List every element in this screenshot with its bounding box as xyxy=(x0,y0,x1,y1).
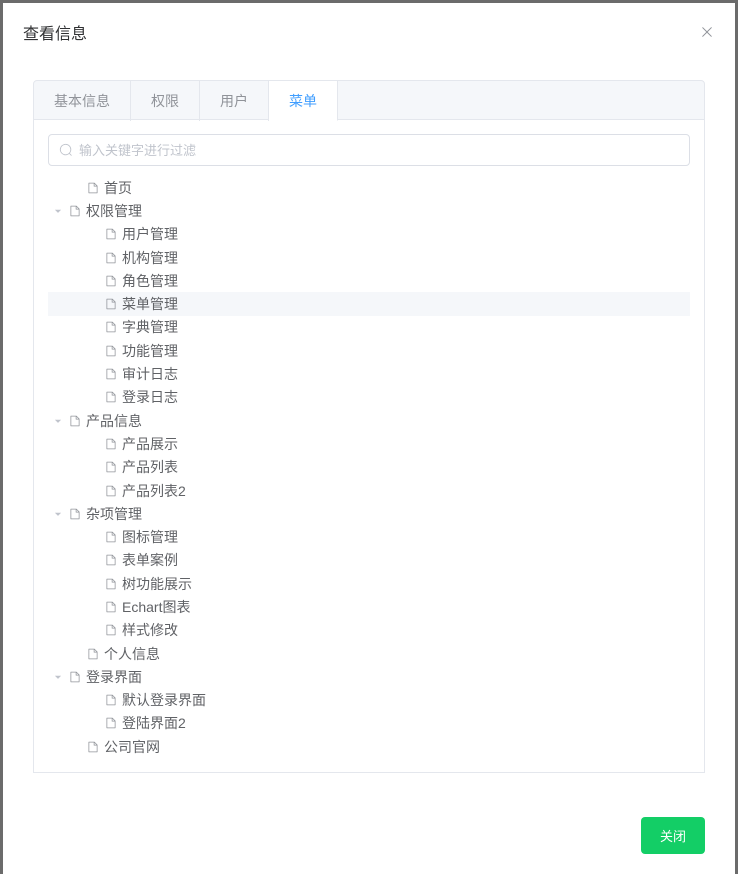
modal-body: 基本信息权限用户菜单 首页权限管理用户管理机构管理角色管理菜单管理字典管理功能管… xyxy=(3,60,735,805)
tree-node-label: 登录界面 xyxy=(86,667,142,687)
document-icon xyxy=(68,204,82,218)
tree-node[interactable]: 权限管理 xyxy=(48,199,690,222)
tree-node[interactable]: 公司官网 xyxy=(48,735,690,758)
tree-node[interactable]: 树功能展示 xyxy=(48,572,690,595)
document-icon xyxy=(104,460,118,474)
tree-node-label: 杂项管理 xyxy=(86,504,142,524)
document-icon xyxy=(104,367,118,381)
caret-down-icon[interactable] xyxy=(52,671,64,683)
tab-content-menu: 首页权限管理用户管理机构管理角色管理菜单管理字典管理功能管理审计日志登录日志产品… xyxy=(33,120,705,773)
tree-node[interactable]: 审计日志 xyxy=(48,362,690,385)
tree-node[interactable]: 角色管理 xyxy=(48,269,690,292)
tree-node[interactable]: 字典管理 xyxy=(48,316,690,339)
tree-node[interactable]: 产品列表2 xyxy=(48,479,690,502)
document-icon xyxy=(68,670,82,684)
tree-node[interactable]: 产品信息 xyxy=(48,409,690,432)
close-icon-button[interactable] xyxy=(699,24,715,40)
tree-node-label: 字典管理 xyxy=(122,317,178,337)
tree-node-label: 审计日志 xyxy=(122,364,178,384)
tree-node-label: Echart图表 xyxy=(122,597,190,617)
tree-node-label: 产品列表2 xyxy=(122,481,186,501)
caret-down-icon[interactable] xyxy=(52,415,64,427)
tree-node-label: 产品展示 xyxy=(122,434,178,454)
modal-dialog: 查看信息 基本信息权限用户菜单 首页权限管理用户管理机构管理角色管理菜单管理字典… xyxy=(3,3,735,874)
modal-header: 查看信息 xyxy=(3,3,735,60)
document-icon xyxy=(104,577,118,591)
tree-node-label: 树功能展示 xyxy=(122,574,192,594)
tree-node[interactable]: 产品列表 xyxy=(48,456,690,479)
tree-node[interactable]: 杂项管理 xyxy=(48,502,690,525)
tree-node[interactable]: 菜单管理 xyxy=(48,292,690,315)
tree-node-label: 默认登录界面 xyxy=(122,690,206,710)
document-icon xyxy=(104,693,118,707)
search-input[interactable] xyxy=(79,143,679,158)
tree-node[interactable]: 登录界面 xyxy=(48,665,690,688)
tree-node-label: 公司官网 xyxy=(104,737,160,757)
caret-down-icon[interactable] xyxy=(52,508,64,520)
tab-3[interactable]: 菜单 xyxy=(269,81,338,121)
document-icon xyxy=(104,530,118,544)
tree-node[interactable]: 产品展示 xyxy=(48,432,690,455)
tree-node-label: 用户管理 xyxy=(122,224,178,244)
document-icon xyxy=(104,251,118,265)
tree-node[interactable]: 首页 xyxy=(48,176,690,199)
document-icon xyxy=(104,600,118,614)
tree-node[interactable]: 图标管理 xyxy=(48,525,690,548)
tab-bar: 基本信息权限用户菜单 xyxy=(33,80,705,120)
tab-2[interactable]: 用户 xyxy=(200,81,269,121)
document-icon xyxy=(104,484,118,498)
tree-node-label: 个人信息 xyxy=(104,644,160,664)
document-icon xyxy=(104,320,118,334)
close-button[interactable]: 关闭 xyxy=(641,817,705,854)
tree-node[interactable]: 功能管理 xyxy=(48,339,690,362)
tree-node[interactable]: 样式修改 xyxy=(48,619,690,642)
document-icon xyxy=(104,344,118,358)
tree-node-label: 登录日志 xyxy=(122,387,178,407)
tab-0[interactable]: 基本信息 xyxy=(34,81,131,121)
menu-tree: 首页权限管理用户管理机构管理角色管理菜单管理字典管理功能管理审计日志登录日志产品… xyxy=(48,176,690,758)
tree-node[interactable]: 登陆界面2 xyxy=(48,712,690,735)
tree-node-label: 菜单管理 xyxy=(122,294,178,314)
modal-title: 查看信息 xyxy=(23,20,87,44)
tree-node-label: 角色管理 xyxy=(122,271,178,291)
caret-down-icon[interactable] xyxy=(52,205,64,217)
document-icon xyxy=(86,740,100,754)
tree-node[interactable]: 登录日志 xyxy=(48,386,690,409)
modal-footer: 关闭 xyxy=(3,805,735,874)
close-icon xyxy=(699,24,715,40)
document-icon xyxy=(104,437,118,451)
tree-node-label: 权限管理 xyxy=(86,201,142,221)
document-icon xyxy=(86,647,100,661)
tree-node-label: 首页 xyxy=(104,178,132,198)
tree-node-label: 产品信息 xyxy=(86,411,142,431)
search-box[interactable] xyxy=(48,134,690,166)
tree-node-label: 表单案例 xyxy=(122,550,178,570)
document-icon xyxy=(68,507,82,521)
tree-node[interactable]: 表单案例 xyxy=(48,549,690,572)
document-icon xyxy=(104,297,118,311)
tree-node-label: 产品列表 xyxy=(122,457,178,477)
tree-node[interactable]: 机构管理 xyxy=(48,246,690,269)
tree-node[interactable]: 默认登录界面 xyxy=(48,689,690,712)
tree-node[interactable]: 用户管理 xyxy=(48,223,690,246)
tree-node[interactable]: Echart图表 xyxy=(48,595,690,618)
search-icon xyxy=(59,143,73,157)
tab-1[interactable]: 权限 xyxy=(131,81,200,121)
document-icon xyxy=(86,181,100,195)
tree-node-label: 图标管理 xyxy=(122,527,178,547)
document-icon xyxy=(104,623,118,637)
document-icon xyxy=(104,716,118,730)
document-icon xyxy=(104,274,118,288)
tree-node-label: 登陆界面2 xyxy=(122,713,186,733)
document-icon xyxy=(104,553,118,567)
tree-node-label: 功能管理 xyxy=(122,341,178,361)
tree-node-label: 样式修改 xyxy=(122,620,178,640)
document-icon xyxy=(104,390,118,404)
tree-node-label: 机构管理 xyxy=(122,248,178,268)
document-icon xyxy=(68,414,82,428)
document-icon xyxy=(104,227,118,241)
tree-node[interactable]: 个人信息 xyxy=(48,642,690,665)
